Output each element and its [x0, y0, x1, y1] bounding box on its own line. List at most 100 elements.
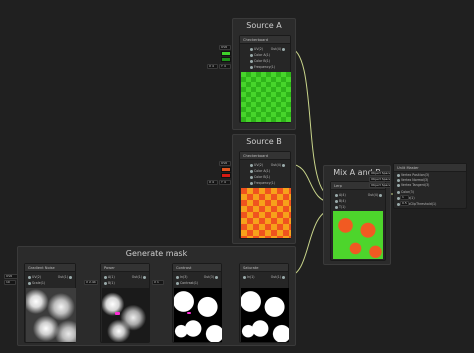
port-dot-icon: [176, 275, 179, 279]
port-dot-icon: [176, 281, 179, 285]
port-color[interactable]: Color(3): [396, 190, 414, 194]
port-color-a[interactable]: Color A(1): [249, 169, 270, 173]
object-space-field-normal[interactable]: Object Space: [369, 177, 391, 182]
group-title: Source B: [246, 137, 282, 146]
port-b[interactable]: B(1): [103, 281, 115, 285]
port-dot-icon: [243, 275, 246, 279]
gradient-noise-node[interactable]: Gradient Noise UV(2) Scale(1) Out(1): [24, 263, 76, 343]
port-uv[interactable]: UV(2): [249, 163, 263, 167]
power-b-x-field[interactable]: X 2.44: [84, 280, 98, 285]
node-title: Power: [101, 264, 149, 272]
node-title: Unlit Master: [394, 164, 466, 172]
port-in[interactable]: In(1): [242, 275, 254, 279]
port-dot-icon: [397, 178, 400, 182]
port-out[interactable]: Out(1): [58, 275, 73, 279]
saturate-preview: [241, 288, 289, 342]
group-generate-mask[interactable]: Generate mask Gradient Noise UV(2) Scale…: [17, 246, 296, 346]
magenta-highlight: [187, 312, 191, 314]
power-node[interactable]: Power A(1) B(1) Out(1): [100, 263, 150, 343]
port-out[interactable]: Out(4): [271, 163, 286, 167]
port-vertex-tangent[interactable]: Vertex Tangent(3): [396, 183, 429, 187]
port-dot-icon: [250, 59, 253, 63]
color-b-swatch[interactable]: [221, 173, 231, 178]
group-source-b[interactable]: Source B Checkerboard UV(2) Color A(1) C…: [232, 134, 296, 244]
node-title: Contrast: [173, 264, 221, 272]
uv-channel-field[interactable]: UV0: [219, 161, 231, 166]
port-a[interactable]: A(1): [103, 275, 115, 279]
port-dot-icon: [250, 65, 253, 69]
port-uv[interactable]: UV(2): [27, 275, 41, 279]
out-port-dot-icon: [143, 275, 146, 279]
port-in[interactable]: In(3): [175, 275, 187, 279]
saturate-node[interactable]: Saturate In(1) Out(1): [239, 263, 289, 343]
out-port-dot-icon: [379, 193, 382, 197]
port-dot-icon: [397, 173, 400, 177]
port-out[interactable]: Out(1): [132, 275, 147, 279]
port-color-b[interactable]: Color B(1): [249, 59, 270, 63]
port-frequency[interactable]: Frequency(1): [249, 65, 275, 69]
out-port-dot-icon: [282, 47, 285, 51]
port-vertex-normal[interactable]: Vertex Normal(3): [396, 178, 428, 182]
uv-channel-field[interactable]: UV0: [4, 274, 18, 279]
lerp-node[interactable]: Lerp A(4) B(4) T(1) Out(4): [330, 181, 386, 261]
port-dot-icon: [250, 169, 253, 173]
port-b[interactable]: B(4): [334, 199, 346, 203]
frequency-x-field[interactable]: X 4: [207, 64, 218, 69]
object-space-field-position[interactable]: Object Space: [369, 171, 391, 176]
out-port-dot-icon: [215, 275, 218, 279]
scale-value-field[interactable]: 10: [4, 280, 16, 285]
node-title: Checkerboard: [240, 36, 290, 44]
port-dot-icon: [104, 281, 107, 285]
checkerboard-preview: [241, 72, 291, 122]
frequency-x-field[interactable]: X 4: [207, 180, 218, 185]
port-color-a[interactable]: Color A(1): [249, 53, 270, 57]
port-color-b[interactable]: Color B(1): [249, 175, 270, 179]
port-dot-icon: [250, 53, 253, 57]
color-a-swatch[interactable]: [221, 51, 231, 56]
port-out[interactable]: Out(4): [368, 193, 383, 197]
color-b-swatch[interactable]: [221, 57, 231, 62]
port-out[interactable]: Out(1): [271, 275, 286, 279]
checkerboard-preview: [241, 188, 291, 238]
port-a[interactable]: A(4): [334, 193, 346, 197]
alpha-clip-value-field[interactable]: 0.5: [400, 201, 409, 206]
magenta-highlight: [115, 312, 120, 315]
uv-channel-field[interactable]: UV0: [219, 45, 231, 50]
checkerboard-node[interactable]: Checkerboard UV(2) Color A(1) Color B(1)…: [239, 151, 291, 239]
frequency-y-field[interactable]: Y 4: [219, 180, 231, 185]
port-dot-icon: [250, 47, 253, 51]
gradient-noise-preview: [26, 288, 76, 342]
node-title: Checkerboard: [240, 152, 290, 160]
port-dot-icon: [335, 193, 338, 197]
node-title: Saturate: [240, 264, 288, 272]
port-dot-icon: [250, 181, 253, 185]
port-frequency[interactable]: Frequency(1): [249, 181, 275, 185]
out-port-dot-icon: [69, 275, 72, 279]
port-dot-icon: [335, 205, 338, 209]
frequency-y-field[interactable]: Y 4: [219, 64, 231, 69]
port-dot-icon: [250, 163, 253, 167]
port-out[interactable]: Out(3): [204, 275, 219, 279]
lerp-preview: [333, 211, 383, 259]
port-scale[interactable]: Scale(1): [27, 281, 45, 285]
port-dot-icon: [335, 199, 338, 203]
port-uv[interactable]: UV(2): [249, 47, 263, 51]
port-out[interactable]: Out(4): [271, 47, 286, 51]
alpha-value-field[interactable]: 1: [400, 195, 409, 200]
color-a-swatch[interactable]: [221, 167, 231, 172]
group-source-a[interactable]: Source A Checkerboard UV(2) Color A(1) C…: [232, 18, 296, 130]
port-dot-icon: [28, 281, 31, 285]
group-title: Generate mask: [125, 249, 188, 258]
contrast-x-field[interactable]: X 1: [152, 280, 164, 285]
port-contrast[interactable]: Contrast(1): [175, 281, 198, 285]
port-vertex-position[interactable]: Vertex Position(3): [396, 173, 429, 177]
port-dot-icon: [104, 275, 107, 279]
power-preview: [102, 288, 150, 342]
shader-graph-canvas[interactable]: Source A Checkerboard UV(2) Color A(1) C…: [0, 0, 474, 353]
object-space-field-tangent[interactable]: Object Space: [369, 183, 391, 188]
port-t[interactable]: T(1): [334, 205, 345, 209]
out-port-dot-icon: [282, 163, 285, 167]
contrast-node[interactable]: Contrast In(3) Contrast(1) Out(3): [172, 263, 222, 343]
port-dot-icon: [28, 275, 31, 279]
checkerboard-node[interactable]: Checkerboard UV(2) Color A(1) Color B(1)…: [239, 35, 291, 123]
